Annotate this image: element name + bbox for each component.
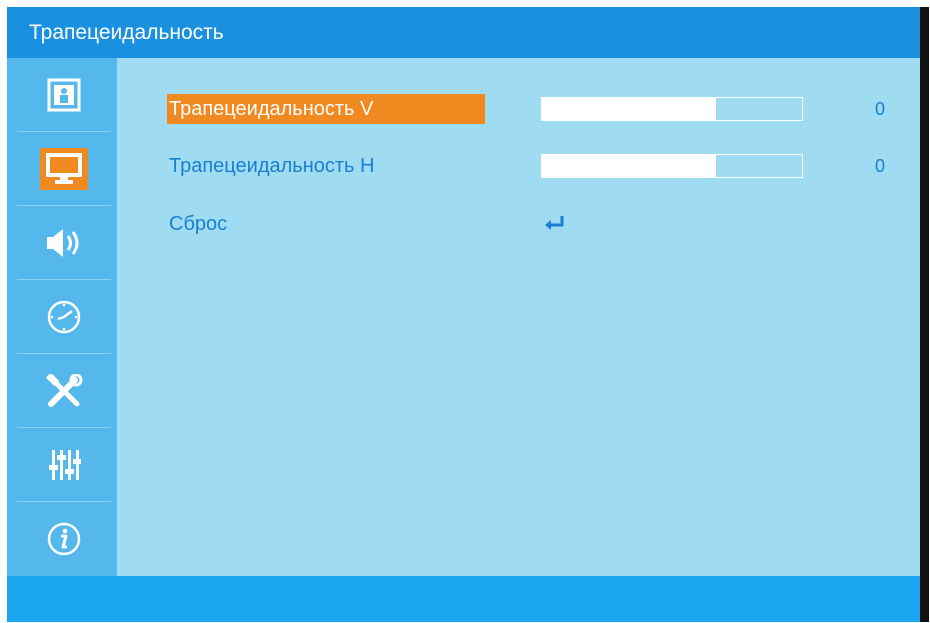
sidebar-item-setup[interactable] [17,354,111,428]
speaker-icon [43,222,85,264]
content-panel: Трапецеидальность V 0 Трапецеидальность … [117,58,920,576]
tools-icon [43,370,85,412]
sidebar-item-timer[interactable] [17,280,111,354]
sidebar-item-picture[interactable] [17,58,111,132]
osd-menu-window: Трапецеидальность Трапецеидальность V 0 … [7,7,929,622]
sidebar-item-audio[interactable] [17,206,111,280]
keystone-v-label[interactable]: Трапецеидальность V [167,94,485,124]
keystone-h-value: 0 [875,156,886,176]
page-title: Трапецеидальность [7,7,920,58]
reset-row[interactable]: Сброс [167,209,927,239]
keystone-h-slider-fill [542,155,717,177]
keystone-v-value: 0 [875,99,886,119]
keystone-h-slider[interactable] [541,154,803,178]
clock-icon [43,296,85,338]
enter-return-icon[interactable] [543,213,565,233]
sidebar-item-information[interactable] [17,502,111,576]
sidebar [7,58,117,576]
info-icon [43,518,85,560]
frame-edge [920,7,929,622]
monitor-icon [40,147,88,190]
keystone-v-slider[interactable] [541,97,803,121]
keystone-h-label[interactable]: Трапецеидальность H [167,151,376,181]
equalizer-sliders-icon [43,444,85,486]
picture-person-icon [43,74,85,116]
keystone-v-slider-fill [542,98,717,120]
sidebar-item-display[interactable] [17,132,111,206]
sidebar-item-advanced[interactable] [17,428,111,502]
reset-label[interactable]: Сброс [167,209,229,239]
keystone-v-row[interactable]: Трапецеидальность V 0 [167,94,927,124]
keystone-h-row[interactable]: Трапецеидальность H 0 [167,151,927,181]
bottom-bar [7,576,920,622]
